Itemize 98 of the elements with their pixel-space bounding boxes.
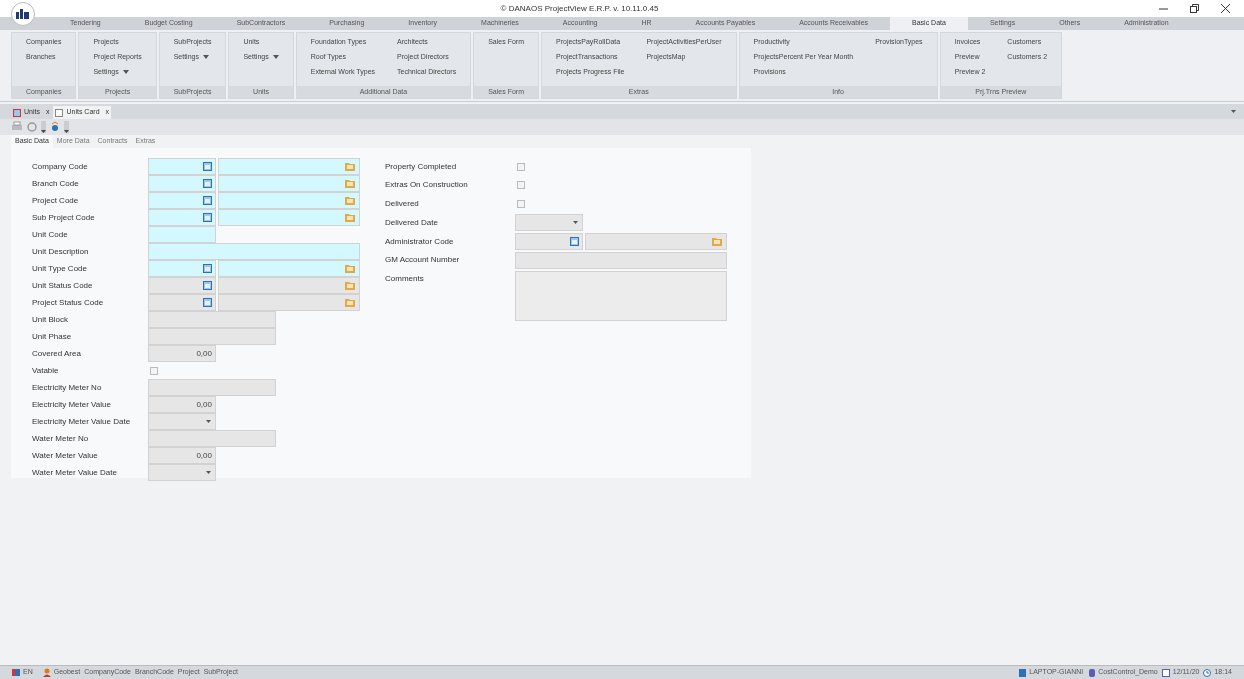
input-field[interactable] <box>148 311 276 328</box>
description-field[interactable] <box>218 192 360 209</box>
user-icon <box>42 668 51 677</box>
field-label: Unit Phase <box>32 330 72 343</box>
checkbox[interactable] <box>517 181 525 190</box>
checkbox[interactable] <box>150 366 158 375</box>
code-field[interactable] <box>148 260 216 277</box>
field-label: Electricity Meter No <box>32 381 102 394</box>
field-label: Branch Code <box>32 177 79 190</box>
table-icon[interactable] <box>203 179 212 188</box>
field-label: Unit Block <box>32 313 68 326</box>
field-label: Project Status Code <box>32 296 104 309</box>
input-field[interactable] <box>148 379 276 396</box>
description-field[interactable] <box>218 260 360 277</box>
description-field[interactable] <box>218 294 360 311</box>
table-icon[interactable] <box>203 298 212 307</box>
code-field[interactable] <box>515 233 583 251</box>
description-field[interactable] <box>585 233 727 251</box>
dropdown-arrow-icon <box>573 221 578 225</box>
caret-icon <box>122 70 129 74</box>
date-field[interactable] <box>148 413 216 430</box>
toolbar-caret-icon[interactable] <box>64 121 69 133</box>
input-field[interactable] <box>515 252 727 269</box>
table-icon[interactable] <box>203 196 212 205</box>
field-label: Covered Area <box>32 347 81 360</box>
field-label: Water Meter Value <box>32 449 98 462</box>
table-icon[interactable] <box>570 237 579 247</box>
folder-icon[interactable] <box>345 162 355 171</box>
input-field[interactable] <box>148 430 276 447</box>
table-icon[interactable] <box>203 213 212 222</box>
code-field[interactable] <box>148 277 216 294</box>
code-field[interactable] <box>148 192 216 209</box>
caret-icon <box>202 55 209 59</box>
computer-icon <box>1019 668 1027 677</box>
field-label: Water Meter Value Date <box>32 466 117 479</box>
dropdown-arrow-icon <box>206 471 211 474</box>
dropdown-arrow-icon[interactable] <box>1231 110 1236 113</box>
field-label: Sub Project Code <box>32 211 95 224</box>
field-label: Vatable <box>32 364 59 377</box>
description-field[interactable] <box>218 277 360 294</box>
globe-icon[interactable] <box>49 121 61 133</box>
document-icon <box>55 108 64 117</box>
folder-icon[interactable] <box>345 213 355 222</box>
date-field[interactable] <box>515 214 583 232</box>
field-label: Project Code <box>32 194 79 207</box>
field-label: Unit Code <box>32 228 68 241</box>
code-field[interactable] <box>148 294 216 311</box>
field-label: Unit Status Code <box>32 279 93 292</box>
field-label: Electricity Meter Value <box>32 398 111 411</box>
folder-icon[interactable] <box>345 264 355 273</box>
folder-icon[interactable] <box>345 196 355 205</box>
restore-icon[interactable] <box>1190 4 1199 13</box>
toolbar-caret-icon[interactable] <box>41 121 46 133</box>
code-field[interactable] <box>148 209 216 226</box>
window-title: © DANAOS ProjectView E.R.P. v. 10.11.0.45 <box>500 2 659 15</box>
table-icon[interactable] <box>203 162 212 171</box>
table-icon[interactable] <box>203 264 212 273</box>
field-label: Administrator Code <box>385 235 454 248</box>
table-icon[interactable] <box>203 281 212 290</box>
database-icon <box>1089 668 1096 677</box>
description-field[interactable] <box>218 175 360 192</box>
folder-icon[interactable] <box>345 179 355 188</box>
field-label: Company Code <box>32 160 88 173</box>
input-field[interactable] <box>148 243 360 260</box>
document-icon <box>13 108 21 117</box>
field-label: Delivered Date <box>385 216 438 229</box>
dropdown-arrow-icon <box>206 420 211 423</box>
field-label: GM Account Number <box>385 254 460 267</box>
date-field[interactable] <box>148 464 216 481</box>
code-field[interactable] <box>148 158 216 175</box>
calendar-icon <box>1161 668 1170 677</box>
flag-icon <box>12 669 20 676</box>
folder-icon[interactable] <box>712 237 722 247</box>
field-label: Delivered <box>385 198 419 211</box>
description-field[interactable] <box>218 158 360 175</box>
field-label: Comments <box>385 273 424 286</box>
input-field[interactable] <box>148 328 276 345</box>
field-label: Unit Type Code <box>32 262 87 275</box>
field-label: Extras On Construction <box>385 179 468 192</box>
caret-icon <box>272 55 279 59</box>
folder-icon[interactable] <box>345 298 355 307</box>
checkbox[interactable] <box>517 162 525 171</box>
checkbox[interactable] <box>517 200 525 209</box>
field-label: Property Completed <box>385 160 457 173</box>
close-icon[interactable] <box>1221 4 1230 13</box>
field-label: Water Meter No <box>32 432 89 445</box>
description-field[interactable] <box>218 209 360 226</box>
folder-icon[interactable] <box>345 281 355 290</box>
code-field[interactable] <box>148 175 216 192</box>
number-field[interactable]: 0,00 <box>148 447 216 464</box>
number-field[interactable]: 0,00 <box>148 396 216 413</box>
clock-icon <box>1203 668 1212 677</box>
field-label: Unit Description <box>32 245 89 258</box>
input-field[interactable] <box>148 226 216 243</box>
number-field[interactable]: 0,00 <box>148 345 216 362</box>
field-label: Electricity Meter Value Date <box>32 415 131 428</box>
printer-icon[interactable] <box>11 121 23 133</box>
comments-field[interactable] <box>515 270 727 321</box>
